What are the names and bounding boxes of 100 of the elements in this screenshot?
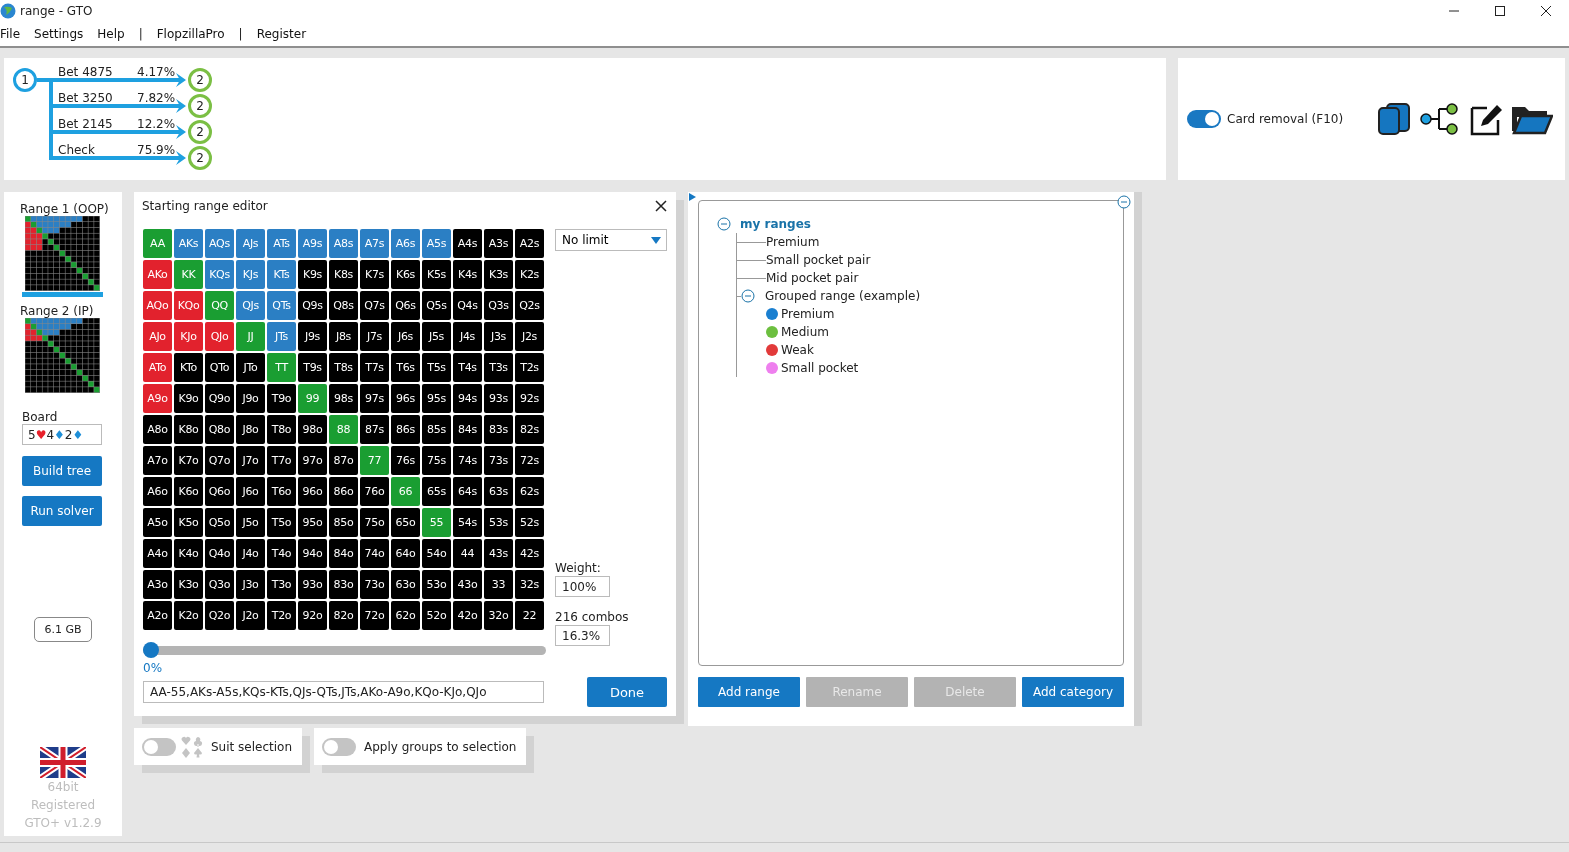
hand-cell[interactable]: 62o <box>391 601 420 630</box>
hand-cell[interactable]: ATo <box>143 353 172 382</box>
hand-cell[interactable]: K2o <box>174 601 203 630</box>
hand-cell[interactable]: 77 <box>360 446 389 475</box>
hand-cell[interactable]: A2o <box>143 601 172 630</box>
hand-cell[interactable]: T4s <box>453 353 482 382</box>
hand-cell[interactable]: J4s <box>453 322 482 351</box>
hand-cell[interactable]: 74s <box>453 446 482 475</box>
hand-cell[interactable]: Q8o <box>205 415 234 444</box>
hand-cell[interactable]: A3s <box>484 229 513 258</box>
hand-cell[interactable]: J2o <box>236 601 265 630</box>
hand-cell[interactable]: J9o <box>236 384 265 413</box>
hand-cell[interactable]: 63o <box>391 570 420 599</box>
hand-cell[interactable]: Q9o <box>205 384 234 413</box>
hand-cell[interactable]: 65o <box>391 508 420 537</box>
hand-cell[interactable]: A5s <box>422 229 451 258</box>
hand-cell[interactable]: 53s <box>484 508 513 537</box>
hand-cell[interactable]: QJs <box>236 291 265 320</box>
hand-cell[interactable]: J5o <box>236 508 265 537</box>
hand-cell[interactable]: TT <box>267 353 296 382</box>
hand-cell[interactable]: Q6o <box>205 477 234 506</box>
hand-cell[interactable]: T2s <box>515 353 544 382</box>
hand-cell[interactable]: K9s <box>298 260 327 289</box>
hand-cell[interactable]: T9s <box>298 353 327 382</box>
hand-cell[interactable]: 98o <box>298 415 327 444</box>
hand-cell[interactable]: 92s <box>515 384 544 413</box>
hand-cell[interactable]: 22 <box>515 601 544 630</box>
hand-cell[interactable]: Q9s <box>298 291 327 320</box>
hand-cell[interactable]: KK <box>174 260 203 289</box>
hand-cell[interactable]: T8o <box>267 415 296 444</box>
hand-cell[interactable]: KJs <box>236 260 265 289</box>
hand-cell[interactable]: KQs <box>205 260 234 289</box>
menu-item[interactable]: File <box>0 27 21 41</box>
hand-cell[interactable]: 83o <box>329 570 358 599</box>
hand-cell[interactable]: A9o <box>143 384 172 413</box>
hand-cell[interactable]: KTs <box>267 260 296 289</box>
hand-cell[interactable]: QJo <box>205 322 234 351</box>
hand-cell[interactable]: K4s <box>453 260 482 289</box>
hand-cell[interactable]: 82o <box>329 601 358 630</box>
hand-cell[interactable]: K3o <box>174 570 203 599</box>
slider-track[interactable] <box>143 645 546 655</box>
hand-cell[interactable]: A3o <box>143 570 172 599</box>
hand-cell[interactable]: 75o <box>360 508 389 537</box>
hand-cell[interactable]: 87o <box>329 446 358 475</box>
hand-cell[interactable]: AJo <box>143 322 172 351</box>
cards-icon[interactable] <box>1377 103 1412 135</box>
hand-cell[interactable]: 55 <box>422 508 451 537</box>
hand-cell[interactable]: A9s <box>298 229 327 258</box>
hand-cell[interactable]: Q3o <box>205 570 234 599</box>
range-text-field[interactable]: AA-55,AKs-A5s,KQs-KTs,QJs-QTs,JTs,AKo-A9o,KQo-KJo,QJo <box>143 681 544 703</box>
hand-cell[interactable]: J8s <box>329 322 358 351</box>
hand-cell[interactable]: AA <box>143 229 172 258</box>
hand-cell[interactable]: J7s <box>360 322 389 351</box>
hand-cell[interactable]: 72s <box>515 446 544 475</box>
hand-cell[interactable]: J6s <box>391 322 420 351</box>
hand-cell[interactable]: 74o <box>360 539 389 568</box>
tree-node[interactable]: 2 <box>188 146 212 170</box>
hand-cell[interactable]: K6o <box>174 477 203 506</box>
option-toggle[interactable] <box>322 737 356 756</box>
hand-cell[interactable]: Q7s <box>360 291 389 320</box>
hand-cell[interactable]: QTo <box>205 353 234 382</box>
hand-cell[interactable]: AQs <box>205 229 234 258</box>
hand-cell[interactable]: 97o <box>298 446 327 475</box>
tree-item[interactable]: Mid pocket pair <box>766 271 859 285</box>
tree-item[interactable]: Premium <box>766 235 820 249</box>
hand-cell[interactable]: 54o <box>422 539 451 568</box>
hand-cell[interactable]: A2s <box>515 229 544 258</box>
hand-cell[interactable]: 86o <box>329 477 358 506</box>
hand-cell[interactable]: 97s <box>360 384 389 413</box>
range-label[interactable]: Range 2 (IP) <box>20 304 104 318</box>
hand-cell[interactable]: 88 <box>329 415 358 444</box>
hand-cell[interactable]: J4o <box>236 539 265 568</box>
hand-cell[interactable]: T9o <box>267 384 296 413</box>
edit-icon[interactable] <box>1469 102 1504 136</box>
hand-cell[interactable]: Q7o <box>205 446 234 475</box>
hand-cell[interactable]: J5s <box>422 322 451 351</box>
hand-cell[interactable]: K3s <box>484 260 513 289</box>
manager-button[interactable]: Add category <box>1022 677 1124 707</box>
hand-cell[interactable]: 95s <box>422 384 451 413</box>
hand-cell[interactable]: AKo <box>143 260 172 289</box>
hand-cell[interactable]: 42o <box>453 601 482 630</box>
slider-thumb[interactable] <box>143 641 159 658</box>
hand-cell[interactable]: 94o <box>298 539 327 568</box>
hand-cell[interactable]: K9o <box>174 384 203 413</box>
hand-cell[interactable]: T5s <box>422 353 451 382</box>
hand-cell[interactable]: 63s <box>484 477 513 506</box>
hand-cell[interactable]: 98s <box>329 384 358 413</box>
hand-cell[interactable]: Q6s <box>391 291 420 320</box>
hand-cell[interactable]: A5o <box>143 508 172 537</box>
hand-cell[interactable]: 42s <box>515 539 544 568</box>
hand-cell[interactable]: T3s <box>484 353 513 382</box>
option-toggle[interactable] <box>142 737 176 756</box>
hand-cell[interactable]: Q5s <box>422 291 451 320</box>
hand-cell[interactable]: 52o <box>422 601 451 630</box>
hand-cell[interactable]: A8s <box>329 229 358 258</box>
hand-cell[interactable]: 43s <box>484 539 513 568</box>
hand-cell[interactable]: A6o <box>143 477 172 506</box>
hand-cell[interactable]: 85o <box>329 508 358 537</box>
collapse-icon[interactable] <box>741 289 755 303</box>
hand-cell[interactable]: 87s <box>360 415 389 444</box>
